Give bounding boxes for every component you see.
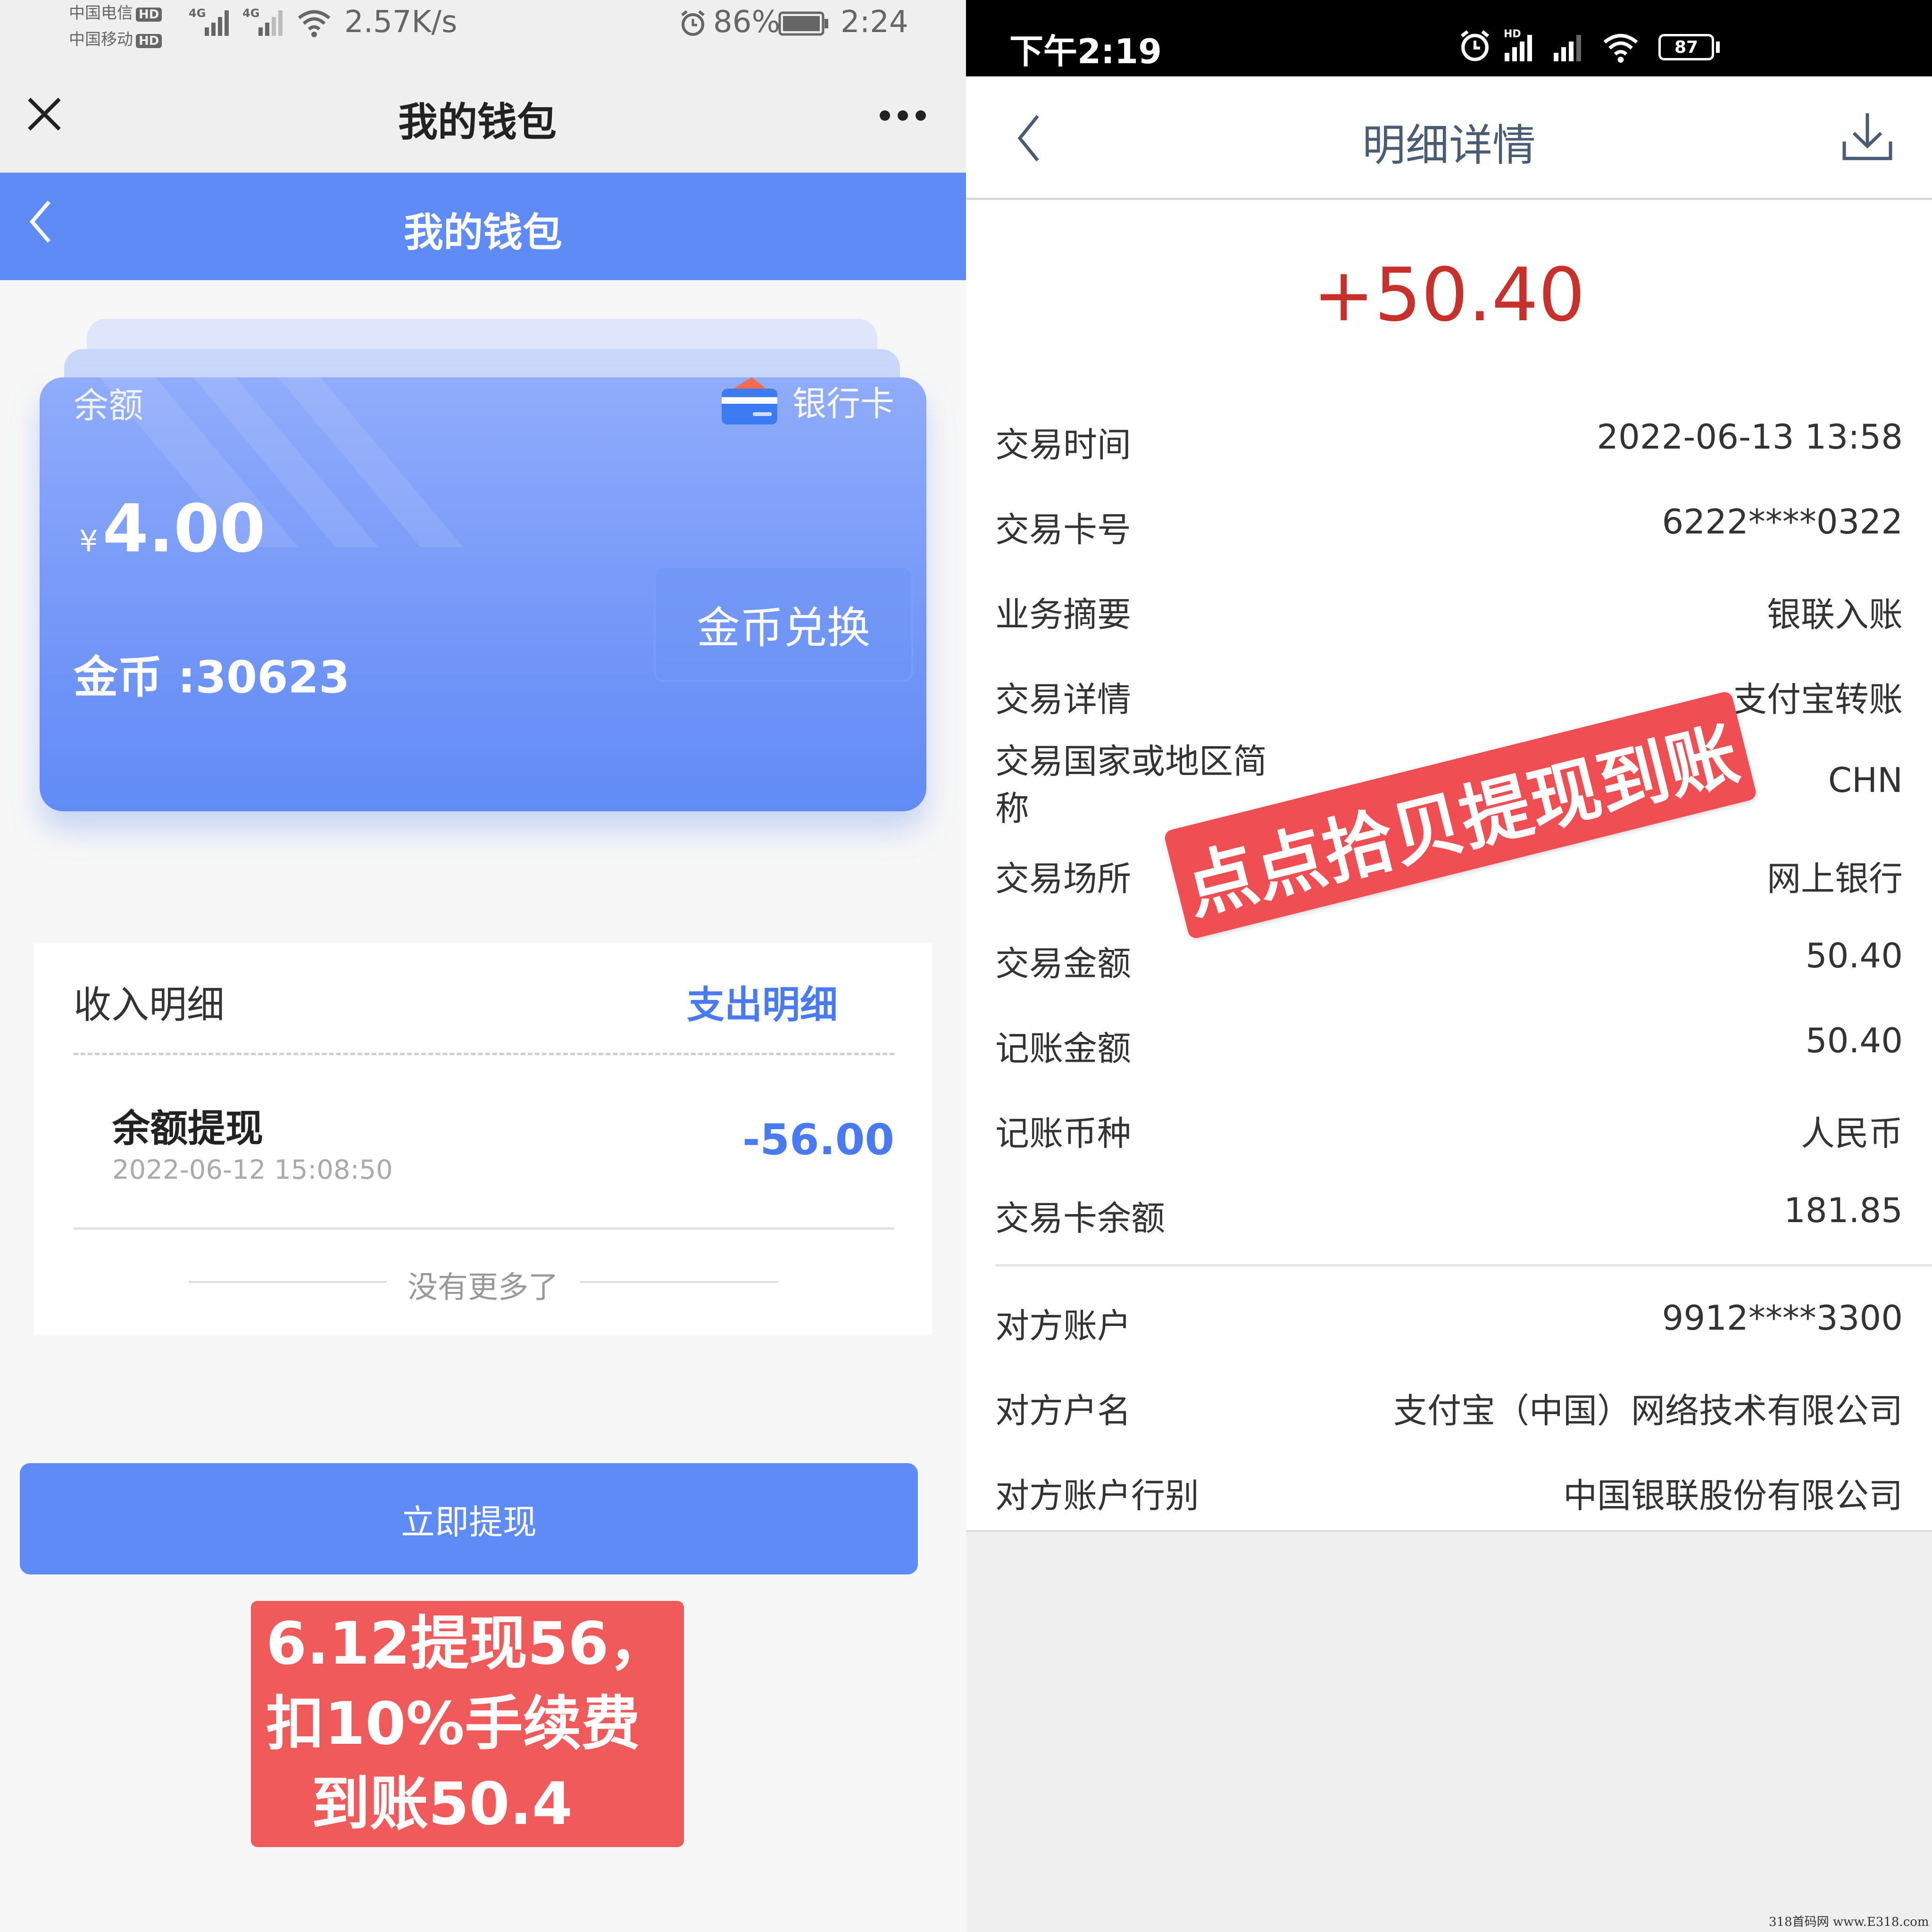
battery-icon: [778, 11, 828, 36]
bank-card-label: 银行卡: [792, 383, 895, 424]
battery-tip-right: [1716, 42, 1720, 53]
detail-label: 交易金额: [995, 944, 1132, 983]
left-screenshot: 中国电信 HD 中国移动 HD 4G 4G 2.57K/s 86% 2:24 我…: [0, 0, 966, 1932]
balance-value: 4.00: [102, 491, 266, 567]
wallet-navbar-title: 我的钱包: [403, 209, 562, 256]
detail-value: 6222****0322: [1662, 502, 1903, 541]
detail-divider: [995, 1264, 1932, 1266]
detail-label: 记账金额: [995, 1029, 1132, 1068]
list-item[interactable]: 余额提现 2022-06-12 15:08:50 -56.00: [74, 1060, 894, 1226]
record-title: 余额提现: [112, 1107, 263, 1150]
bank-card-icon: [722, 377, 777, 425]
counterparty-value: 9912****3300: [1662, 1298, 1903, 1338]
balance-label: 余额: [74, 385, 143, 426]
detail-label: 记账币种: [995, 1114, 1132, 1153]
detail-title: 明细详情: [1362, 120, 1536, 171]
hd-badge: HD: [136, 8, 162, 22]
bank-card-link[interactable]: 银行卡: [719, 377, 894, 426]
site-watermark: 318首码网 www.E318.com: [1769, 1915, 1929, 1929]
detail-value: 50.40: [1805, 936, 1903, 975]
hd-badge-2: HD: [136, 34, 162, 48]
more-icon[interactable]: [878, 108, 927, 123]
app-header: 我的钱包: [0, 61, 966, 173]
detail-value: 网上银行: [1766, 859, 1903, 899]
divider-2: [74, 1227, 894, 1230]
detail-value: 2022-06-13 13:58: [1597, 417, 1903, 457]
detail-label: 交易时间: [995, 425, 1132, 465]
alarm-icon-right: [1460, 30, 1490, 61]
carrier-2-label: 中国移动: [69, 30, 133, 49]
page-title: 我的钱包: [398, 99, 557, 145]
wifi-icon-right: [1603, 33, 1638, 63]
detail-value: 50.40: [1805, 1021, 1903, 1060]
detail-label: 交易卡号: [995, 510, 1132, 550]
carrier-1: 中国电信 HD: [69, 0, 162, 23]
signal-icon-right: [1505, 35, 1532, 61]
detail-value: 181.85: [1784, 1191, 1903, 1230]
status-bar-right: 下午2:19 HD 87: [966, 0, 1932, 76]
no-more-text: 没有更多了: [408, 1270, 558, 1305]
balance-amount: ¥4.00: [79, 491, 266, 567]
battery-level-right: 87: [1674, 37, 1699, 57]
clock: 2:24: [841, 5, 908, 40]
withdraw-note: 6.12提现56， 扣10%手续费 到账50.4: [251, 1601, 684, 1847]
detail-value: 银联入账: [1766, 595, 1903, 634]
right-screenshot: 下午2:19 HD 87 明细详情 +50.40 交易时间 2022-06-13…: [966, 0, 1932, 1932]
signal-icon-right-2: [1554, 35, 1581, 61]
download-icon[interactable]: [1840, 108, 1895, 164]
counterparty-value: 支付宝（中国）网络技术有限公司: [1393, 1391, 1903, 1431]
clock-right: 下午2:19: [1009, 32, 1162, 71]
coins-count: 金币 :30623: [74, 652, 350, 703]
detail-value: 支付宝转账: [1732, 680, 1903, 719]
detail-header: 明细详情: [966, 76, 1932, 200]
detail-label: 交易详情: [995, 680, 1132, 719]
network-type-2: 4G: [242, 7, 260, 20]
battery-percent: 86%: [713, 5, 781, 40]
network-speed: 2.57K/s: [344, 5, 458, 40]
counterparty-label: 对方户名: [995, 1391, 1132, 1431]
record-amount: -56.00: [742, 1115, 894, 1165]
divider: [74, 1053, 894, 1055]
withdraw-now-button[interactable]: 立即提现: [20, 1463, 918, 1574]
note-line-2: 扣10%手续费: [266, 1690, 640, 1758]
record-time: 2022-06-12 15:08:50: [112, 1155, 393, 1185]
detail-label: 交易卡余额: [995, 1199, 1166, 1238]
transaction-amount: +50.40: [1313, 252, 1585, 338]
coin-exchange-button[interactable]: 金币兑换: [654, 566, 913, 682]
tab-income[interactable]: 收入明细: [74, 974, 225, 1029]
carrier-1-label: 中国电信: [69, 4, 133, 23]
signal-icon-2: [258, 10, 283, 36]
note-line-3: 到账50.4: [311, 1770, 573, 1838]
alarm-icon: [681, 10, 705, 36]
wallet-navbar: 我的钱包: [0, 173, 966, 280]
status-bar: 中国电信 HD 中国移动 HD 4G 4G 2.57K/s 86% 2:24: [0, 0, 966, 61]
counterparty-label: 对方账户行别: [995, 1476, 1199, 1516]
detail-value: CHN: [1828, 760, 1903, 800]
detail-label: 业务摘要: [995, 595, 1132, 634]
signal-icon: [205, 10, 229, 36]
counterparty-label: 对方账户: [995, 1306, 1132, 1346]
tab-expense[interactable]: 支出明细: [687, 974, 838, 1029]
battery-icon-right: 87: [1658, 34, 1714, 60]
detail-label: 交易场所: [995, 859, 1132, 899]
note-line-1: 6.12提现56，: [266, 1610, 667, 1678]
counterparty-value: 中国银联股份有限公司: [1563, 1476, 1903, 1516]
no-more-line-right: [580, 1281, 778, 1283]
wifi-icon: [298, 10, 331, 37]
detail-value: 人民币: [1800, 1114, 1903, 1153]
carrier-2: 中国移动 HD: [69, 26, 162, 50]
currency-symbol: ¥: [79, 524, 98, 558]
network-type-1: 4G: [189, 7, 206, 20]
